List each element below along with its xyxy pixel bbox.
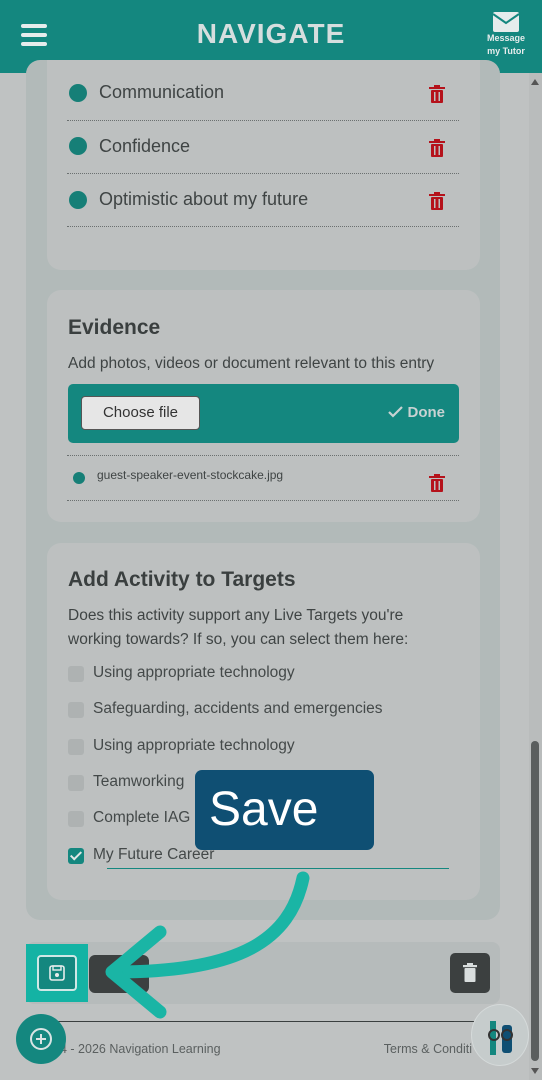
floppy-disk-icon xyxy=(49,965,65,981)
target-option[interactable]: Using appropriate technology xyxy=(68,664,448,686)
copyright-text: 4 - 2026 Navigation Learning xyxy=(60,1042,221,1056)
skill-label: Optimistic about my future xyxy=(99,189,309,209)
target-label: Using appropriate technology xyxy=(93,737,295,754)
target-label: Safeguarding, accidents and emergencies xyxy=(93,700,383,717)
scroll-up-icon[interactable] xyxy=(531,79,539,85)
bullet-dot xyxy=(73,472,85,484)
footer-divider xyxy=(40,1021,510,1022)
targets-title: Add Activity to Targets xyxy=(68,568,296,591)
target-label: Teamworking xyxy=(93,773,185,790)
checkbox[interactable] xyxy=(68,702,84,718)
arrow-annotation xyxy=(105,871,310,1019)
targets-subtitle: Does this activity support any Live Targ… xyxy=(68,607,409,648)
file-name: guest-speaker-event-stockcake.jpg xyxy=(97,468,284,482)
upload-bar: Choose file Done xyxy=(68,384,459,443)
delete-entry-button[interactable] xyxy=(450,953,490,993)
trash-icon[interactable] xyxy=(429,139,445,157)
checkbox[interactable] xyxy=(68,811,84,827)
add-button[interactable] xyxy=(16,1014,66,1064)
file-row: guest-speaker-event-stockcake.jpg xyxy=(67,455,459,501)
message-label-line1: Message xyxy=(486,33,526,43)
trash-icon xyxy=(463,963,477,982)
trash-icon[interactable] xyxy=(429,85,445,103)
checkbox[interactable] xyxy=(68,739,84,755)
target-option[interactable]: Safeguarding, accidents and emergencies xyxy=(68,700,448,722)
mascot-icon xyxy=(488,1021,513,1055)
message-tutor-button[interactable]: Message my Tutor xyxy=(480,12,532,58)
scroll-thumb[interactable] xyxy=(531,741,539,1061)
scrollbar[interactable] xyxy=(529,73,542,1080)
bullet-dot xyxy=(69,137,87,155)
terms-link[interactable]: Terms & Conditi xyxy=(384,1042,472,1056)
message-label-line2: my Tutor xyxy=(487,46,525,56)
bullet-dot xyxy=(69,191,87,209)
checkbox-checked[interactable] xyxy=(68,848,84,864)
checkbox[interactable] xyxy=(68,775,84,791)
target-option[interactable]: Using appropriate technology xyxy=(68,737,448,759)
choose-file-button[interactable]: Choose file xyxy=(81,396,200,430)
assistant-avatar[interactable] xyxy=(471,1004,529,1066)
brand-logo: NAVIGATE xyxy=(196,18,346,49)
save-tooltip: Save xyxy=(195,770,374,850)
evidence-title: Evidence xyxy=(68,316,161,339)
checkbox[interactable] xyxy=(68,666,84,682)
done-label: Done xyxy=(407,404,446,421)
skill-label: Confidence xyxy=(99,136,191,156)
bullet-dot xyxy=(69,84,87,102)
skill-row-communication: Communication xyxy=(67,68,459,121)
trash-icon[interactable] xyxy=(429,192,445,210)
envelope-icon xyxy=(493,12,519,32)
trash-icon[interactable] xyxy=(429,474,445,492)
skill-row-confidence: Confidence xyxy=(67,121,459,174)
skill-label: Communication xyxy=(99,82,225,102)
scroll-down-icon[interactable] xyxy=(531,1068,539,1074)
save-button[interactable] xyxy=(37,955,77,991)
target-label: Complete IAG xyxy=(93,809,191,826)
check-icon xyxy=(388,406,404,418)
evidence-subtitle: Add photos, videos or document relevant … xyxy=(68,355,435,372)
upload-status: Done xyxy=(388,404,445,421)
skill-row-optimistic: Optimistic about my future xyxy=(67,174,459,227)
target-label: Using appropriate technology xyxy=(93,664,295,681)
